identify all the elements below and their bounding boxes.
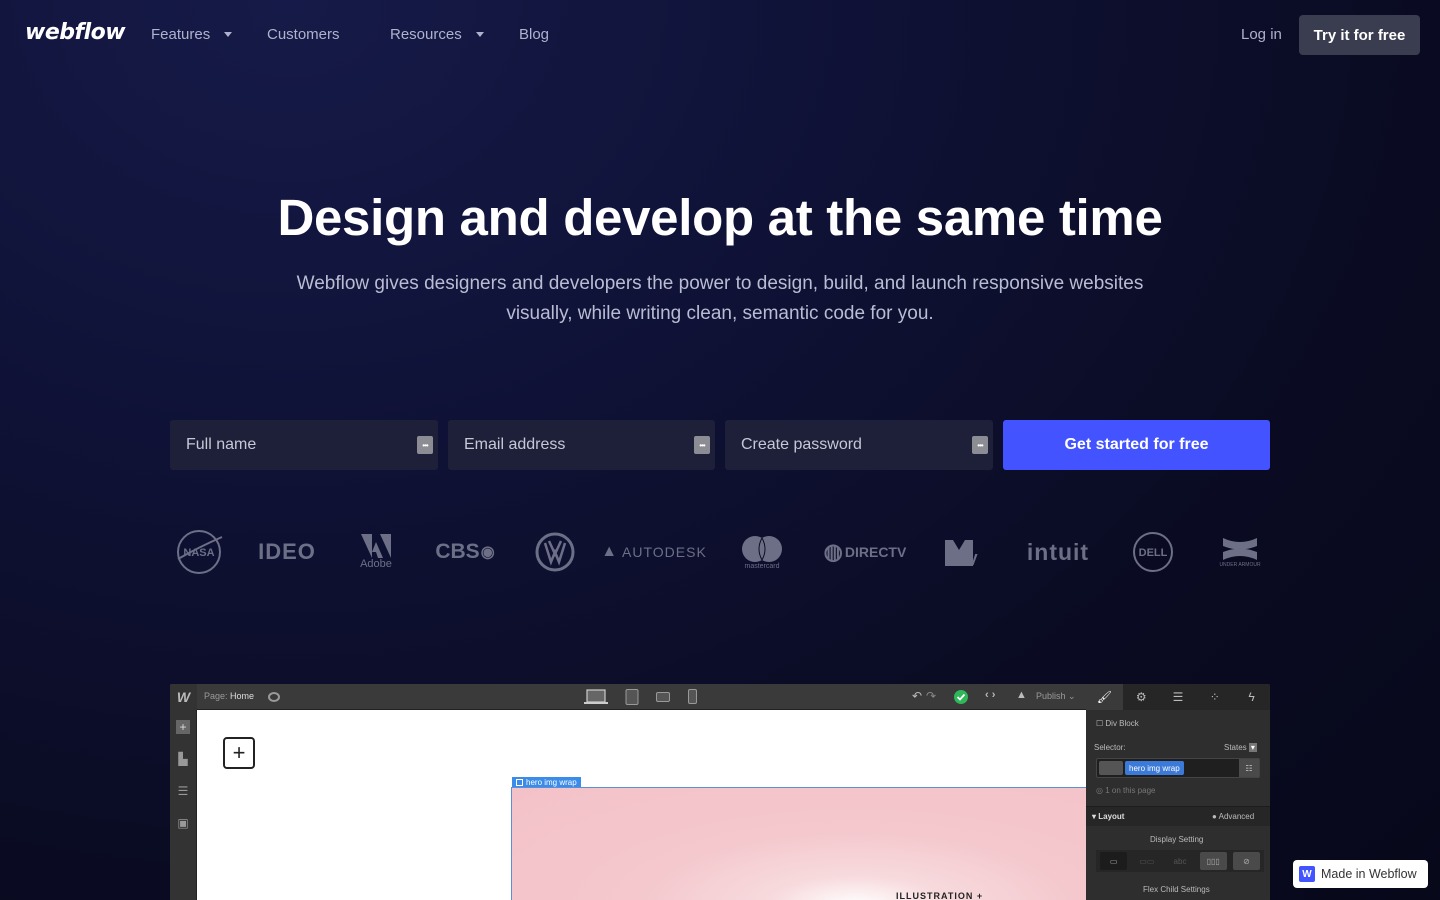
cms-database-icon[interactable]: ☰	[176, 784, 190, 798]
designer-topbar: W Page: Home ↶ ↷ ‹ › ▲ Publish ⌄	[170, 684, 1086, 710]
hero-title: Design and develop at the same time	[277, 189, 1163, 246]
webflow-w-logo[interactable]: W	[170, 684, 197, 710]
display-setting-label: Display Setting	[1150, 835, 1204, 844]
designer-left-toolbar: + ▙ ☰ ▣	[170, 710, 197, 900]
selector-menu-icon[interactable]: ☷	[1239, 759, 1259, 777]
usage-count: ◎ 1 on this page	[1096, 786, 1156, 795]
directv-logo: ◍ DIRECTV	[823, 539, 907, 564]
password-field[interactable]: •••	[725, 420, 993, 470]
nav-item-label: Resources	[390, 26, 462, 43]
display-block-icon[interactable]: ▭	[1100, 852, 1128, 870]
assets-icon[interactable]: ▣	[176, 816, 190, 830]
ideo-logo: IDEO	[258, 539, 316, 564]
svg-text:DELL: DELL	[1139, 547, 1168, 559]
page-selector[interactable]: Page: Home	[204, 691, 254, 701]
nav-item-blog[interactable]: Blog	[519, 26, 549, 43]
autodesk-logo: ▲ AUTODESK	[601, 543, 707, 560]
style-manager-tab[interactable]: ⁘	[1196, 684, 1233, 710]
mastercard-logo: mastercard	[736, 528, 788, 576]
full-name-input[interactable]	[186, 436, 386, 454]
password-manager-icon[interactable]: •••	[972, 436, 988, 454]
code-icon[interactable]: ‹ ›	[985, 689, 995, 701]
flex-child-settings-label: Flex Child Settings	[1143, 885, 1210, 894]
customer-logos: NASA IDEO Adobe CBS ◉ ▲ AUTODESK mastercar…	[170, 528, 1270, 576]
breakpoint-indicator-icon	[1099, 761, 1123, 775]
status-check-icon	[954, 690, 968, 704]
mobile-landscape-breakpoint-icon[interactable]	[656, 692, 670, 702]
password-input[interactable]	[741, 436, 941, 454]
style-panel-tabs: 🖌 ⚙ ☰ ⁘ ϟ	[1086, 684, 1270, 710]
pages-icon[interactable]: ▙	[176, 752, 190, 766]
navigator-tab[interactable]: ☰	[1160, 684, 1197, 710]
display-inline-block-icon[interactable]: ▭▭	[1133, 852, 1160, 870]
selector-input[interactable]: hero img wrap ☷	[1096, 758, 1260, 778]
intuit-logo: intuit	[1026, 538, 1090, 565]
webflow-logo[interactable]: webflow	[25, 20, 126, 45]
element-square-icon	[516, 779, 523, 786]
chevron-down-icon	[475, 32, 484, 37]
layout-section-header[interactable]: ▾ Layout ● Advanced	[1086, 806, 1270, 826]
nav-item-resources[interactable]: Resources	[390, 26, 484, 43]
display-inline-icon[interactable]: abc	[1166, 852, 1193, 870]
under-armour-logo: UNDER ARMOUR	[1210, 528, 1270, 576]
display-none-icon[interactable]: ⊘	[1232, 852, 1261, 870]
designer-preview: W Page: Home ↶ ↷ ‹ › ▲ Publish ⌄ + ▙ ☰ ▣…	[170, 684, 1270, 900]
password-manager-icon[interactable]: •••	[694, 436, 710, 454]
full-name-field[interactable]: •••	[170, 420, 438, 470]
try-free-button[interactable]: Try it for free	[1299, 15, 1420, 55]
mobile-portrait-breakpoint-icon[interactable]	[688, 689, 697, 704]
nasa-logo: NASA	[174, 528, 224, 576]
volkswagen-logo	[534, 528, 576, 576]
mtv-logo: V	[944, 528, 988, 576]
display-flex-icon[interactable]: ▯▯▯	[1199, 852, 1227, 870]
style-brush-tab[interactable]: 🖌	[1086, 684, 1123, 710]
nav-item-label: Features	[151, 26, 211, 43]
webflow-w-icon: W	[1299, 866, 1315, 882]
dell-logo: DELL	[1132, 528, 1174, 576]
chevron-down-icon	[224, 32, 233, 37]
nav-item-features[interactable]: Features	[151, 26, 233, 43]
top-navigation: webflow Features Customers Resources Blo…	[0, 0, 1440, 70]
nav-item-customers[interactable]: Customers	[267, 26, 340, 43]
display-setting-buttons: ▭ ▭▭ abc ▯▯▯ ⊘	[1096, 850, 1264, 872]
illustration-text: ILLUSTRATION +	[896, 891, 984, 900]
hero-subtitle: Webflow gives designers and developers t…	[296, 273, 1144, 324]
tablet-breakpoint-icon[interactable]	[625, 689, 639, 705]
redo-icon[interactable]: ↷	[926, 689, 936, 703]
get-started-button[interactable]: Get started for free	[1003, 420, 1270, 470]
layout-label: ▾ Layout	[1092, 812, 1125, 821]
nav-item-label: Customers	[267, 26, 340, 43]
svg-text:V: V	[967, 552, 978, 566]
adobe-logo: Adobe	[356, 528, 396, 576]
class-chip[interactable]: hero img wrap	[1125, 761, 1184, 775]
made-in-webflow-badge[interactable]: W Made in Webflow	[1293, 860, 1428, 888]
publish-button[interactable]: Publish ⌄	[1036, 691, 1076, 702]
email-field[interactable]: •••	[448, 420, 715, 470]
email-input[interactable]	[464, 436, 664, 454]
badge-label: Made in Webflow	[1321, 867, 1417, 881]
style-panel: 🖌 ⚙ ☰ ⁘ ϟ ☐ Div Block Selector: States ▾…	[1086, 684, 1270, 900]
desktop-breakpoint-icon[interactable]	[584, 689, 608, 705]
add-panel-icon[interactable]: +	[176, 720, 190, 734]
nav-item-label: Blog	[519, 26, 550, 43]
undo-icon[interactable]: ↶	[912, 689, 922, 703]
password-manager-icon[interactable]: •••	[417, 436, 433, 454]
cbs-logo: CBS ◉	[435, 540, 495, 563]
advanced-toggle[interactable]: ● Advanced	[1212, 812, 1254, 821]
svg-text:NASA: NASA	[183, 547, 214, 559]
selector-label: Selector:	[1094, 743, 1126, 752]
interactions-tab[interactable]: ϟ	[1233, 684, 1270, 710]
login-link[interactable]: Log in	[1241, 26, 1282, 43]
designer-canvas[interactable]: + hero img wrap ILLUSTRATION +	[197, 710, 1087, 900]
add-element-icon[interactable]: +	[223, 737, 255, 769]
states-dropdown[interactable]: States ▾	[1224, 743, 1257, 752]
preview-eye-icon[interactable]	[268, 691, 280, 703]
hero-image-wrap[interactable]: ILLUSTRATION +	[511, 787, 1087, 900]
rocket-icon: ▲	[1016, 689, 1027, 701]
element-type-label: ☐ Div Block	[1096, 719, 1139, 728]
settings-gear-tab[interactable]: ⚙	[1123, 684, 1160, 710]
